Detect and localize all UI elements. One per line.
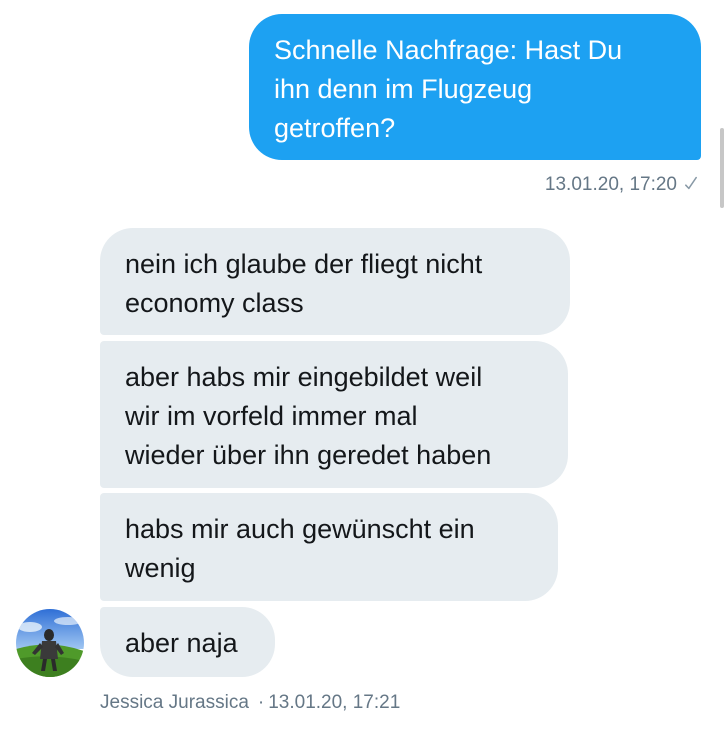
received-message-bubble[interactable]: aber habs mir eingebildet weil wir im vo… <box>100 341 568 488</box>
sender-name[interactable]: Jessica Jurassica <box>100 692 249 714</box>
scrollbar[interactable] <box>720 128 724 208</box>
received-message-bubble[interactable]: aber naja <box>100 607 275 677</box>
received-message-bubble[interactable]: nein ich glaube der fliegt nicht economy… <box>100 228 570 335</box>
avatar[interactable] <box>16 609 84 677</box>
sent-message-meta: 13.01.20, 17:20 <box>545 174 697 196</box>
received-message-timestamp: 13.01.20, 17:21 <box>268 692 401 713</box>
check-icon <box>685 175 697 191</box>
sent-message-bubble[interactable]: Schnelle Nachfrage: Hast Du ihn denn im … <box>249 14 701 160</box>
meta-separator: · <box>257 692 265 713</box>
sent-message-timestamp: 13.01.20, 17:20 <box>544 174 677 195</box>
received-message-bubble[interactable]: habs mir auch gewünscht ein wenig <box>100 493 558 601</box>
received-message-meta: Jessica Jurassica · 13.01.20, 17:21 <box>100 692 400 714</box>
